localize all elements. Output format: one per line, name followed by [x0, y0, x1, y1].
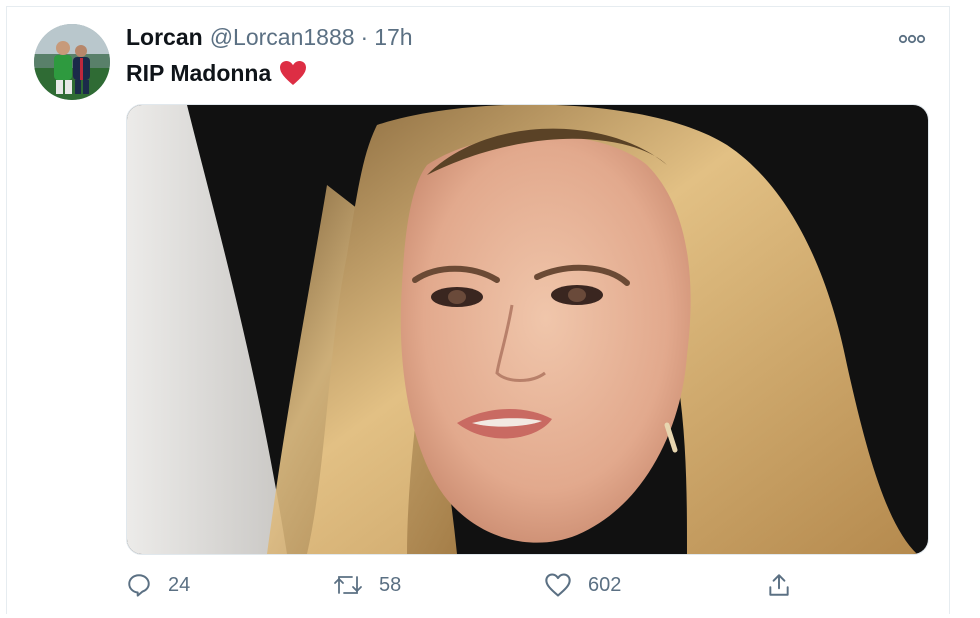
avatar[interactable]	[34, 24, 110, 100]
share-icon	[769, 574, 789, 596]
heart-icon	[545, 573, 571, 597]
tweet-timestamp[interactable]: 17h	[374, 24, 412, 51]
like-button[interactable]: 602	[544, 567, 621, 603]
tweet-text: RIP Madonna	[126, 57, 307, 89]
tweet-card[interactable]: Lorcan @Lorcan1888 · 17h RIP Madonna 24 …	[6, 6, 950, 614]
retweet-icon	[334, 576, 362, 594]
tweet-header: Lorcan @Lorcan1888 · 17h	[126, 22, 413, 52]
like-count: 602	[588, 573, 622, 596]
reply-icon	[128, 574, 150, 597]
red-heart-emoji-icon	[279, 60, 307, 86]
reply-count: 24	[168, 573, 191, 596]
separator-dot: ·	[360, 23, 369, 50]
reply-button[interactable]: 24	[126, 567, 190, 603]
tweet-actions: 24 58 602	[126, 567, 927, 603]
tweet-photo[interactable]	[126, 104, 929, 555]
more-options-button[interactable]	[892, 25, 932, 53]
more-dots-icon	[898, 34, 926, 44]
user-handle[interactable]: @Lorcan1888	[210, 24, 355, 51]
display-name[interactable]: Lorcan	[126, 24, 203, 51]
retweet-button[interactable]: 58	[333, 567, 401, 603]
share-button[interactable]	[766, 567, 792, 603]
retweet-count: 58	[379, 573, 402, 596]
tweet-text-content: RIP Madonna	[126, 59, 272, 86]
